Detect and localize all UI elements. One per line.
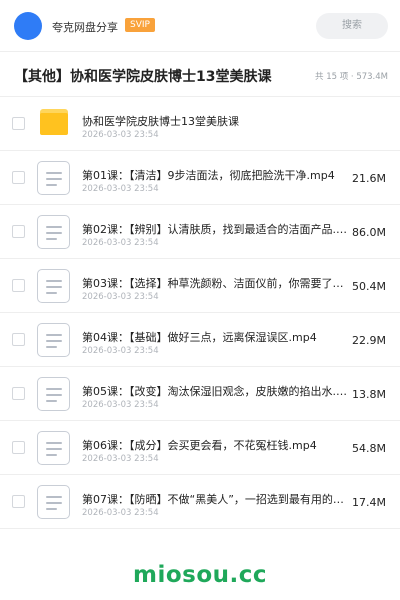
- file-date: 2026-03-03 23:54: [82, 292, 159, 302]
- file-size: 13.8M: [352, 388, 386, 401]
- file-date: 2026-03-03 23:54: [82, 508, 159, 518]
- file-row[interactable]: 第04课：【基础】做好三点，远离保湿误区.mp4 2026-03-03 23:5…: [0, 313, 400, 367]
- svip-badge: SVIP: [125, 18, 155, 32]
- file-count: 共 15 项 · 573.4M: [315, 72, 388, 82]
- document-icon: [37, 377, 70, 411]
- row-checkbox[interactable]: [12, 441, 25, 454]
- file-size: 54.8M: [352, 442, 386, 455]
- file-name: 协和医学院皮肤博士13堂美肤课: [82, 115, 239, 128]
- file-row-folder[interactable]: 协和医学院皮肤博士13堂美肤课 2026-03-03 23:54: [0, 97, 400, 151]
- file-row[interactable]: 第03课：【选择】种草洗颜粉、洁面仪前，你需要了解这些.mp4 2026-03-…: [0, 259, 400, 313]
- file-date: 2026-03-03 23:54: [82, 454, 159, 464]
- file-name: 第05课：【改变】淘汰保湿旧观念，皮肤嫩的掐出水.mp4: [82, 385, 354, 398]
- search-input[interactable]: 搜索: [316, 13, 388, 39]
- file-name: 第04课：【基础】做好三点，远离保湿误区.mp4: [82, 331, 317, 344]
- file-name: 第01课：【清洁】9步洁面法，彻底把脸洗干净.mp4: [82, 169, 335, 182]
- page-title: 【其他】协和医学院皮肤博士13堂美肤课: [14, 69, 272, 85]
- file-date: 2026-03-03 23:54: [82, 130, 159, 140]
- file-size: 50.4M: [352, 280, 386, 293]
- avatar[interactable]: [14, 12, 42, 40]
- document-icon: [37, 215, 70, 249]
- row-checkbox[interactable]: [12, 279, 25, 292]
- file-row[interactable]: 第07课：【防晒】不做“黑美人”，一招选到最有用的防晒.mp4 2026-03-…: [0, 475, 400, 529]
- folder-icon: [40, 109, 68, 135]
- row-checkbox[interactable]: [12, 117, 25, 130]
- file-row[interactable]: 第02课：【辨别】认清肤质，找到最适合的洁面产品.mp4 2026-03-03 …: [0, 205, 400, 259]
- document-icon: [37, 161, 70, 195]
- watermark-logo: miosou.cc: [132, 562, 268, 588]
- file-date: 2026-03-03 23:54: [82, 400, 159, 410]
- row-checkbox[interactable]: [12, 387, 25, 400]
- row-checkbox[interactable]: [12, 171, 25, 184]
- file-row[interactable]: 第01课：【清洁】9步洁面法，彻底把脸洗干净.mp4 2026-03-03 23…: [0, 151, 400, 205]
- row-checkbox[interactable]: [12, 333, 25, 346]
- file-date: 2026-03-03 23:54: [82, 238, 159, 248]
- row-checkbox[interactable]: [12, 225, 25, 238]
- file-row[interactable]: 第05课：【改变】淘汰保湿旧观念，皮肤嫩的掐出水.mp4 2026-03-03 …: [0, 367, 400, 421]
- file-name: 第02课：【辨别】认清肤质，找到最适合的洁面产品.mp4: [82, 223, 354, 236]
- file-size: 22.9M: [352, 334, 386, 347]
- document-icon: [37, 269, 70, 303]
- app-header: 夸克网盘分享 SVIP 搜索: [0, 0, 400, 52]
- folder-title-bar: 【其他】协和医学院皮肤博士13堂美肤课 共 15 项 · 573.4M: [0, 52, 400, 97]
- row-checkbox[interactable]: [12, 495, 25, 508]
- file-name: 第07课：【防晒】不做“黑美人”，一招选到最有用的防晒.mp4: [82, 493, 354, 506]
- file-name: 第03课：【选择】种草洗颜粉、洁面仪前，你需要了解这些.mp4: [82, 277, 354, 290]
- document-icon: [37, 431, 70, 465]
- file-size: 17.4M: [352, 496, 386, 509]
- file-size: 86.0M: [352, 226, 386, 239]
- document-icon: [37, 485, 70, 519]
- file-date: 2026-03-03 23:54: [82, 346, 159, 356]
- file-row[interactable]: 第06课：【成分】会买更会看，不花冤枉钱.mp4 2026-03-03 23:5…: [0, 421, 400, 475]
- file-size: 21.6M: [352, 172, 386, 185]
- share-user-name: 夸克网盘分享: [52, 21, 118, 34]
- file-date: 2026-03-03 23:54: [82, 184, 159, 194]
- document-icon: [37, 323, 70, 357]
- file-name: 第06课：【成分】会买更会看，不花冤枉钱.mp4: [82, 439, 317, 452]
